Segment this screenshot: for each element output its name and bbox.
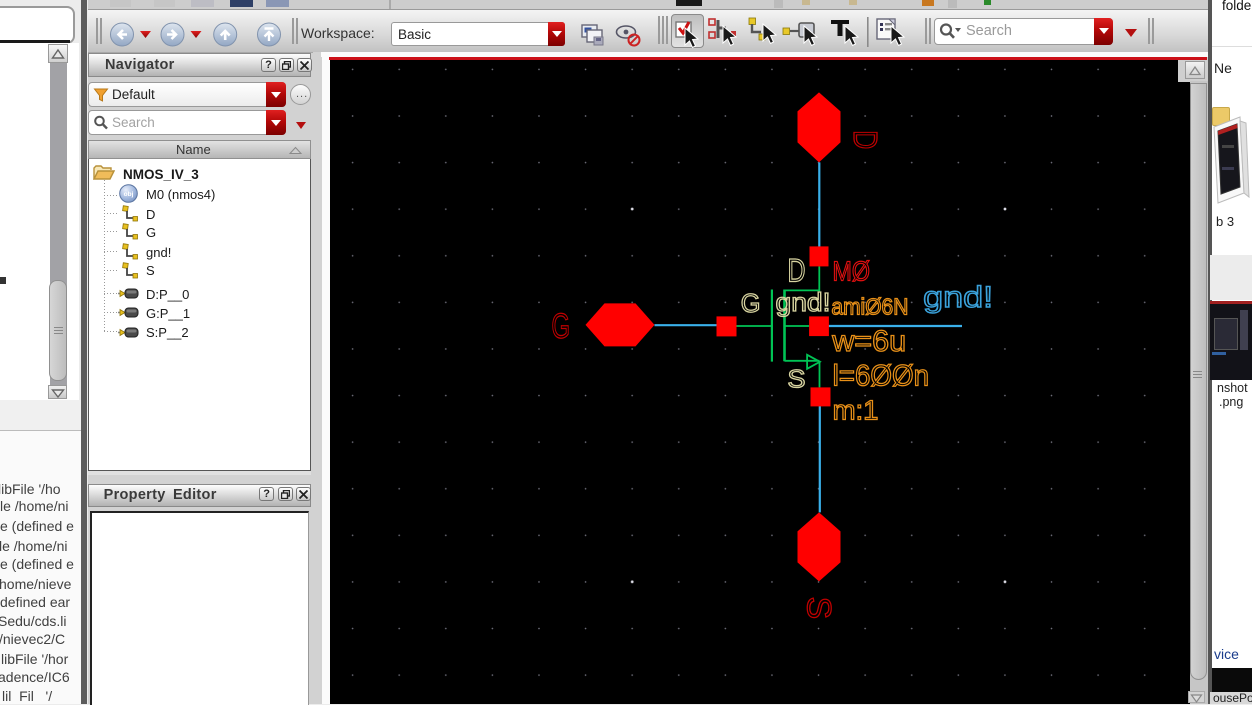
svg-text:l=6ØØn: l=6ØØn	[832, 359, 928, 392]
svg-text:D: D	[787, 252, 805, 288]
svg-text:gnd!: gnd!	[775, 286, 830, 316]
svg-text:G: G	[551, 307, 569, 346]
svg-text:amiØ6N: amiØ6N	[831, 293, 908, 319]
svg-text:MØ: MØ	[832, 255, 869, 286]
svg-text:D: D	[846, 130, 883, 149]
svg-text:S: S	[787, 365, 805, 393]
svg-text:obj: obj	[124, 191, 134, 198]
svg-text:G: G	[740, 288, 760, 318]
svg-text:m:1: m:1	[832, 394, 878, 425]
svg-text:S: S	[799, 596, 837, 618]
svg-text:gnd!: gnd!	[923, 281, 993, 314]
svg-text:w=6u: w=6u	[831, 324, 906, 357]
